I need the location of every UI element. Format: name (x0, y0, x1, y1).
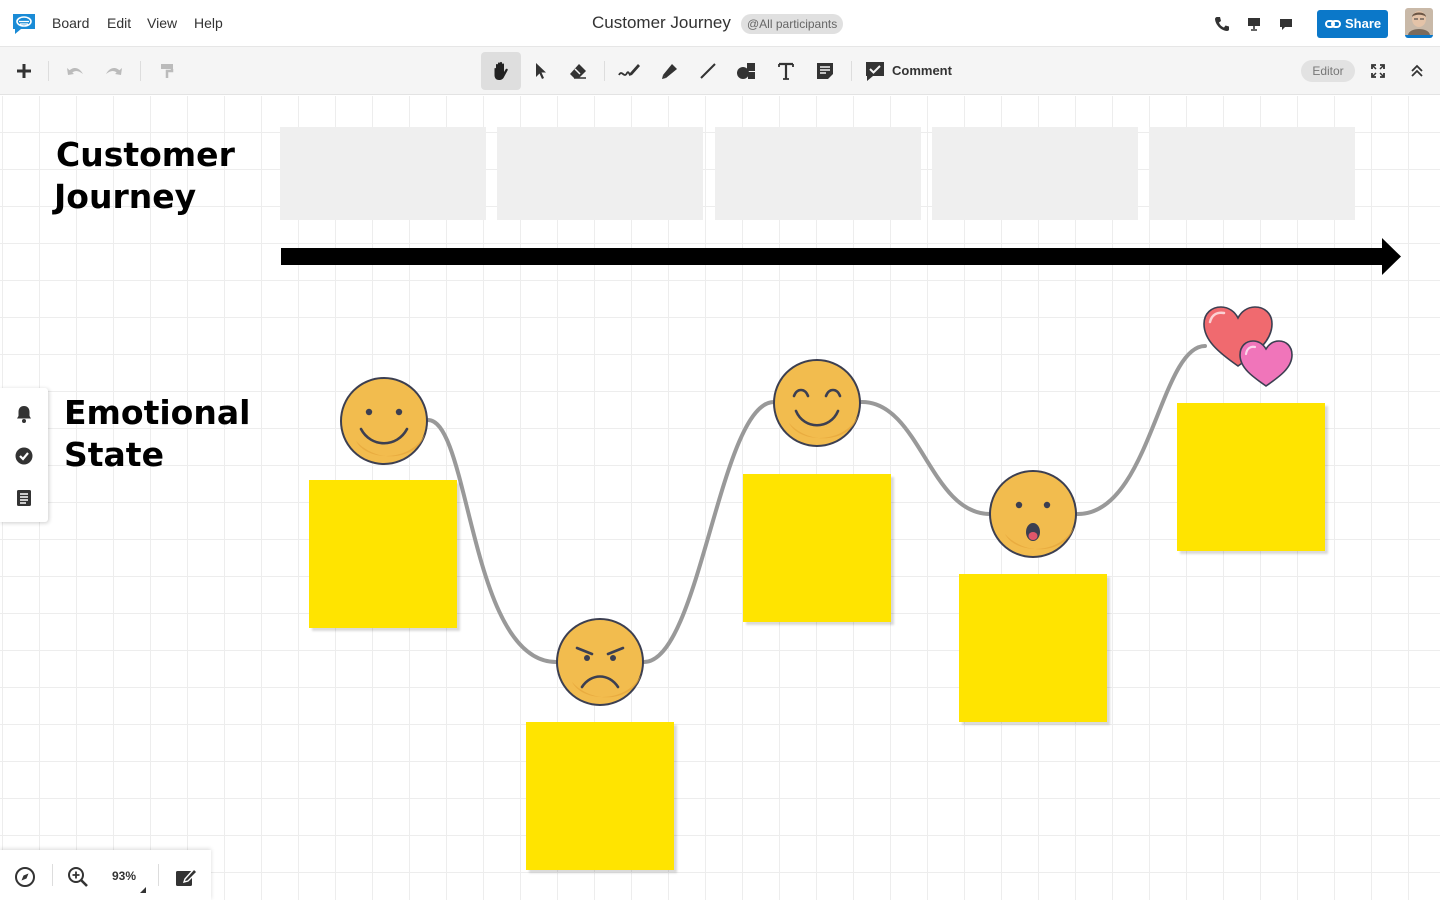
divider (851, 61, 852, 81)
notes-list-icon[interactable] (14, 488, 34, 508)
timeline-arrow[interactable] (281, 238, 1401, 275)
zoom-bar: 93% (0, 850, 211, 900)
divider (140, 61, 141, 81)
menu-view[interactable]: View (147, 15, 177, 31)
app-logo-icon[interactable] (11, 12, 37, 36)
fullscreen-icon[interactable] (1364, 57, 1392, 85)
hearts-icon[interactable] (1200, 304, 1298, 390)
sticky-note[interactable] (959, 574, 1107, 722)
divider (48, 61, 49, 81)
menu-bar: Board Edit View Help Customer Journey @A… (0, 0, 1440, 47)
hand-icon[interactable] (481, 52, 521, 90)
menu-board[interactable]: Board (52, 15, 89, 31)
phone-icon[interactable] (1213, 15, 1231, 33)
sticky-note[interactable] (526, 722, 674, 870)
marker-icon[interactable] (656, 57, 684, 85)
heading-line: Emotional (64, 393, 251, 432)
menu-edit[interactable]: Edit (107, 15, 131, 31)
edit-note-icon[interactable] (174, 866, 198, 888)
side-panel (0, 388, 48, 522)
joyful-face-icon[interactable] (772, 358, 864, 450)
sticky-note-icon[interactable] (811, 57, 839, 85)
undo-icon[interactable] (61, 57, 89, 85)
collapse-icon[interactable] (1403, 57, 1431, 85)
select-icon[interactable] (526, 57, 554, 85)
avatar[interactable] (1405, 8, 1433, 38)
menu-help[interactable]: Help (194, 15, 223, 31)
sticky-note[interactable] (743, 474, 891, 622)
chat-icon[interactable] (1277, 15, 1295, 33)
board-title[interactable]: Customer Journey (592, 13, 731, 33)
tool-bar: Comment Editor (0, 47, 1440, 95)
share-button[interactable]: Share (1317, 10, 1388, 38)
role-badge: Editor (1301, 60, 1355, 82)
link-icon (1325, 20, 1341, 28)
divider (158, 864, 159, 886)
comment-icon[interactable] (861, 57, 889, 85)
format-painter-icon[interactable] (153, 57, 181, 85)
shapes-icon[interactable] (732, 57, 760, 85)
checkmark-icon[interactable] (14, 446, 34, 466)
navigator-compass-icon[interactable] (14, 866, 36, 888)
line-icon[interactable] (694, 57, 722, 85)
happy-face-icon[interactable] (339, 376, 431, 468)
heading-line: State (64, 435, 164, 474)
participants-badge[interactable]: @All participants (741, 14, 844, 34)
presentation-icon[interactable] (1245, 15, 1263, 33)
zoom-in-icon[interactable] (67, 866, 89, 888)
zoom-level[interactable]: 93% (112, 869, 136, 883)
sticky-note[interactable] (309, 480, 457, 628)
divider (52, 864, 53, 886)
pen-icon[interactable] (615, 57, 643, 85)
add-icon[interactable] (10, 57, 38, 85)
eraser-icon[interactable] (564, 57, 592, 85)
divider (604, 61, 605, 81)
share-label: Share (1345, 16, 1382, 31)
heading-emotional-state[interactable]: Emotional State (64, 392, 250, 476)
whiteboard-canvas[interactable]: Customer Journey Emotional State 93% (0, 96, 1440, 900)
text-icon[interactable] (772, 57, 800, 85)
notification-bell-icon[interactable] (14, 404, 34, 424)
surprised-face-icon[interactable] (988, 469, 1080, 561)
comment-button[interactable]: Comment (892, 63, 952, 78)
angry-face-icon[interactable] (555, 617, 647, 709)
redo-icon[interactable] (100, 57, 128, 85)
zoom-dropdown-icon[interactable] (140, 887, 146, 893)
sticky-note[interactable] (1177, 403, 1325, 551)
